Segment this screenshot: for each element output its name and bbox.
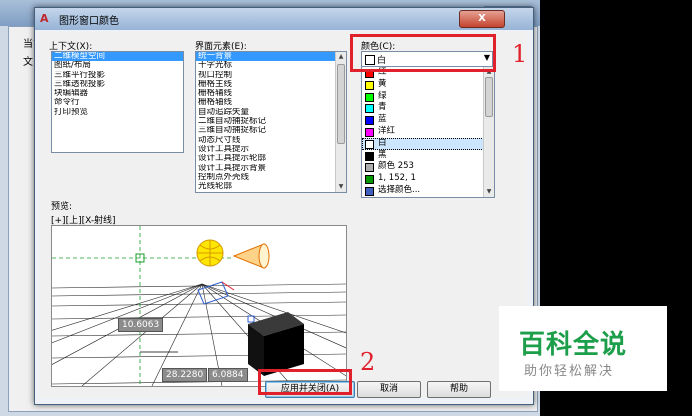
color-option[interactable]: 蓝 <box>362 114 494 126</box>
color-option-label: 白 <box>378 137 387 148</box>
color-option[interactable]: 洋红 <box>362 126 494 138</box>
context-list-item[interactable]: 块编辑器 <box>52 89 183 98</box>
color-swatch-icon <box>365 127 374 137</box>
interface-list-item[interactable]: 栅格主线 <box>196 80 346 89</box>
preview-canvas: 10.6063 28.2280 6.0884 <box>51 225 347 387</box>
dialog-client-area: 上下文(X): 二维模型空间 图纸/布局 三维平行投影 三维透视投影 块编辑器 命令行 打印… <box>39 32 527 398</box>
annotation-step-2: 2 <box>360 348 376 376</box>
context-list-item[interactable]: 打印预览 <box>52 108 183 117</box>
color-option[interactable]: 颜色 253 <box>362 161 494 173</box>
color-swatch-icon <box>365 186 374 196</box>
interface-elements-listbox[interactable]: 统一背景 十字光标 视口控制 栅格主线 栅格辅线 栅格轴线 自动追踪矢量 二维自动捕捉标记 三维… <box>195 51 347 193</box>
scroll-thumb[interactable] <box>485 77 493 117</box>
color-option[interactable]: 选择颜色... <box>362 185 494 197</box>
interface-list-item[interactable]: 统一背景 <box>196 52 346 62</box>
color-option-label: 选择颜色... <box>378 184 421 195</box>
interface-list-item[interactable]: 设计工具提示轮廓 <box>196 154 346 163</box>
context-list-item[interactable]: 二维模型空间 <box>52 52 183 62</box>
watermark: 百科全说 助你轻松解决 <box>499 306 667 391</box>
parent-tab-file[interactable]: 文 <box>23 53 33 68</box>
color-swatch-icon <box>365 80 374 90</box>
watermark-subtitle: 助你轻松解决 <box>524 364 615 379</box>
context-list-item[interactable]: 三维平行投影 <box>52 71 183 80</box>
black-cube <box>248 312 304 376</box>
preview-scene <box>52 226 346 386</box>
color-swatch-icon <box>365 116 374 126</box>
color-swatch-icon <box>365 139 374 149</box>
preview-label: 预览: <box>51 202 73 212</box>
interface-list-item[interactable]: 栅格轴线 <box>196 98 346 107</box>
color-option-label: 绿 <box>378 90 387 101</box>
color-option-label: 颜色 253 <box>378 161 414 172</box>
color-option[interactable]: 1, 152, 1 <box>362 173 494 185</box>
interface-list-item[interactable]: 控制点外壳线 <box>196 173 346 182</box>
annotation-box-apply <box>258 369 352 395</box>
color-swatch-icon <box>365 163 374 173</box>
scroll-thumb[interactable] <box>337 64 345 144</box>
color-option-label: 青 <box>378 102 387 113</box>
context-list-item[interactable]: 图纸/布局 <box>52 61 183 70</box>
interface-list-item[interactable]: 设计工具提示背景 <box>196 164 346 173</box>
autocad-app-icon: A <box>40 12 49 25</box>
color-option[interactable]: 黄 <box>362 79 494 91</box>
interface-list-item[interactable]: 自动追踪矢量 <box>196 108 346 117</box>
color-option-label: 黑 <box>378 149 387 160</box>
scroll-down-icon[interactable]: ▼ <box>484 187 494 197</box>
context-list-item[interactable]: 命令行 <box>52 98 183 107</box>
interface-list-item[interactable]: 栅格辅线 <box>196 89 346 98</box>
annotation-box-color <box>350 34 496 72</box>
color-option-label: 洋红 <box>378 125 396 136</box>
help-button[interactable]: 帮助 <box>427 381 491 398</box>
interface-list-item[interactable]: 视口控制 <box>196 71 346 80</box>
color-option[interactable]: 白 <box>362 137 494 150</box>
dimension-value-2: 28.2280 <box>162 368 208 382</box>
dialog-titlebar: A 图形窗口颜色 X <box>35 8 533 30</box>
interface-scrollbar[interactable]: ▲ ▼ <box>335 52 346 192</box>
light-bulb-icon <box>196 239 224 267</box>
dialog-close-button[interactable]: X <box>459 10 505 28</box>
context-list-item[interactable]: 三维透视投影 <box>52 80 183 89</box>
color-option-label: 1, 152, 1 <box>378 173 416 184</box>
interface-list-item[interactable]: 三维自动捕捉标记 <box>196 126 346 135</box>
color-scrollbar[interactable]: ▲ ▼ <box>483 67 494 197</box>
color-option[interactable]: 黑 <box>362 150 494 162</box>
interface-list-item[interactable]: 二维自动捕捉标记 <box>196 117 346 126</box>
color-swatch-icon <box>365 92 374 102</box>
scroll-down-icon[interactable]: ▼ <box>336 182 346 192</box>
color-option[interactable]: 绿 <box>362 91 494 103</box>
color-swatch-icon <box>365 104 374 114</box>
watermark-title: 百科全说 <box>519 330 628 360</box>
dimension-value-1: 10.6063 <box>118 318 164 332</box>
dialog-title: 图形窗口颜色 <box>59 16 119 27</box>
color-swatch-icon <box>365 175 374 185</box>
color-option-label: 蓝 <box>378 114 387 125</box>
spotlight-icon <box>232 243 270 269</box>
cancel-button[interactable]: 取消 <box>357 381 421 398</box>
color-option-label: 黄 <box>378 78 387 89</box>
dimension-value-3: 6.0884 <box>208 368 248 382</box>
interface-list-item[interactable]: 设计工具提示 <box>196 145 346 154</box>
color-option[interactable]: 青 <box>362 102 494 114</box>
context-listbox[interactable]: 二维模型空间 图纸/布局 三维平行投影 三维透视投影 块编辑器 命令行 打印预览 <box>51 51 184 153</box>
color-swatch-icon <box>365 151 374 161</box>
color-options-list[interactable]: 红黄绿青蓝洋红白黑颜色 253 1, 152, 1 选择颜色... ▲ ▼ <box>361 66 495 198</box>
scroll-up-icon[interactable]: ▲ <box>336 52 346 62</box>
annotation-step-1: 1 <box>512 40 528 68</box>
interface-list-item[interactable]: 光线轮廓 <box>196 182 346 191</box>
interface-list-item[interactable]: 动态尺寸线 <box>196 136 346 145</box>
interface-list-item[interactable]: 十字光标 <box>196 61 346 70</box>
